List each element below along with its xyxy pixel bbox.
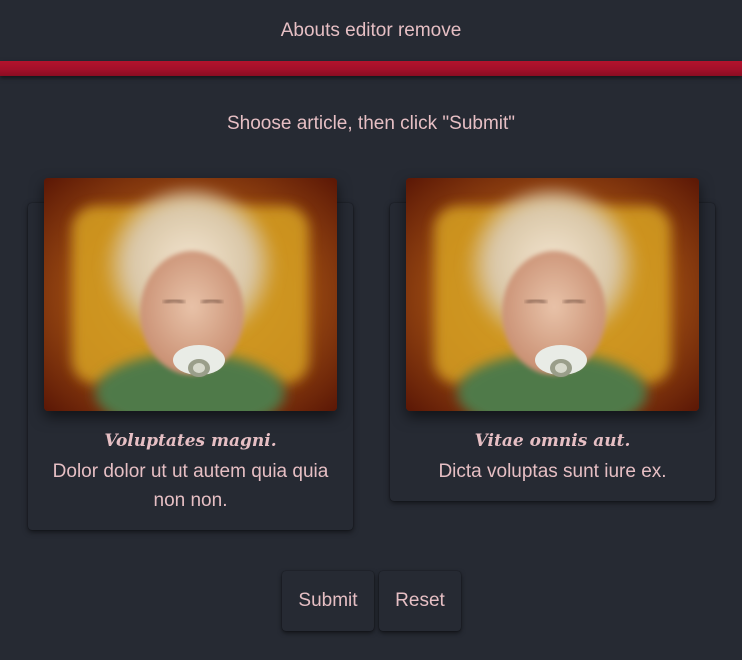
instruction-text: Shoose article, then click "Submit"	[226, 113, 516, 134]
top-app-bar: Abouts editor remove	[0, 0, 742, 61]
article-text: Dolor dolor ut ut autem quia quia non no…	[52, 461, 329, 511]
submit-button[interactable]: Submit	[282, 571, 374, 631]
article-image[interactable]	[44, 178, 337, 411]
article-text: Dicta voluptas sunt iure ex.	[438, 461, 667, 482]
article-image[interactable]	[406, 178, 699, 411]
article-title: Vitae omnis aut.	[474, 431, 631, 451]
article-title: Voluptates magni.	[104, 431, 277, 451]
accent-bar	[0, 61, 742, 76]
page-title: Abouts editor remove	[280, 20, 462, 41]
reset-button[interactable]: Reset	[379, 571, 461, 631]
